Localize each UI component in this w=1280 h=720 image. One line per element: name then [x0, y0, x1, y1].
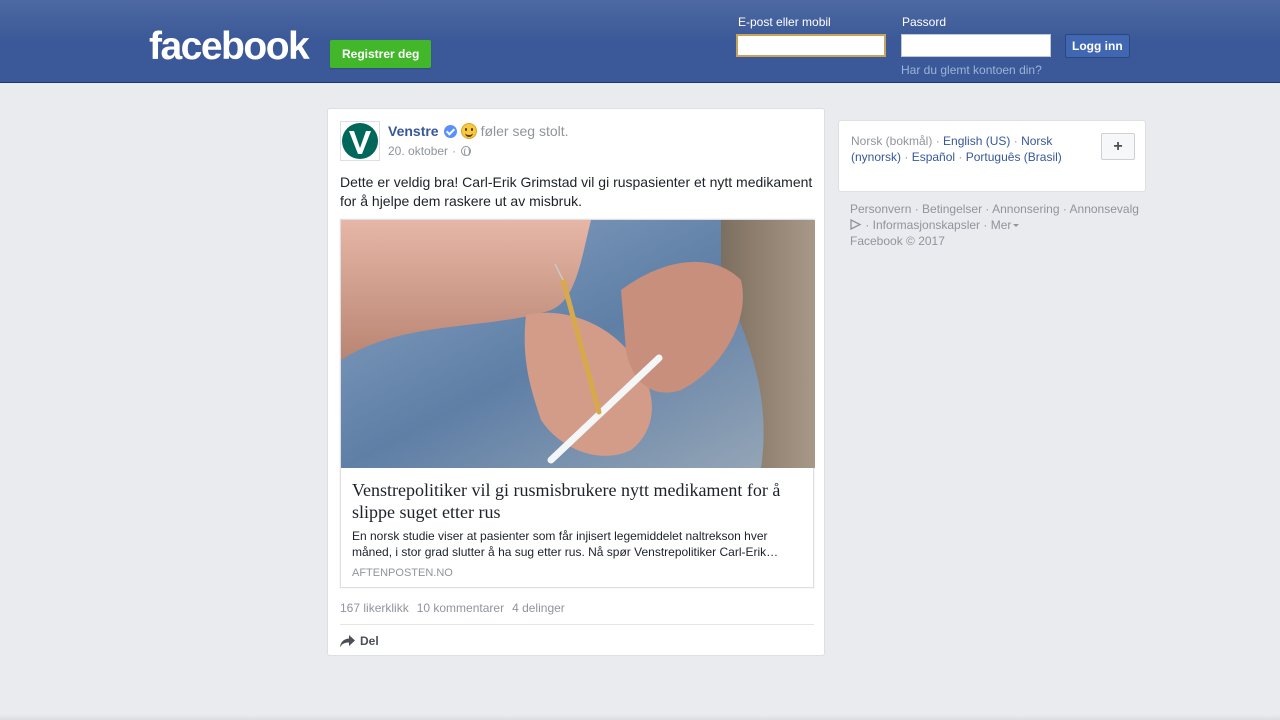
add-language-button[interactable]: + — [1101, 133, 1135, 160]
language-espanol[interactable]: Español — [912, 150, 955, 164]
language-english[interactable]: English (US) — [943, 134, 1010, 148]
share-arrow-icon — [340, 634, 355, 647]
adchoices-icon — [850, 219, 862, 230]
link-title[interactable]: Venstrepolitiker vil gi rusmisbrukere ny… — [352, 479, 802, 523]
meta-separator: · — [452, 144, 457, 158]
register-button[interactable]: Registrer deg — [330, 40, 432, 68]
more-dropdown-icon — [1013, 224, 1020, 227]
page-bottom-edge — [0, 714, 1280, 720]
plus-icon: + — [1113, 137, 1123, 155]
footer-link-terms[interactable]: Betingelser — [922, 202, 982, 216]
login-button[interactable]: Logg inn — [1065, 34, 1130, 58]
public-globe-icon[interactable] — [461, 146, 472, 157]
post-meta: 20. oktober · — [388, 144, 472, 158]
link-domain: AFTENPOSTEN.NO — [352, 567, 453, 579]
forgot-account-link[interactable]: Har du glemt kontoen din? — [901, 63, 1042, 77]
feeling-text: føler seg stolt. — [480, 123, 569, 139]
copyright: Facebook © 2017 — [850, 234, 945, 248]
share-button[interactable]: Del — [340, 631, 379, 651]
footer-link-privacy[interactable]: Personvern — [850, 202, 911, 216]
facebook-logo[interactable]: facebook — [149, 27, 310, 67]
password-field[interactable] — [901, 34, 1051, 57]
venstre-logo-icon — [342, 123, 378, 159]
verified-badge-icon — [443, 124, 457, 138]
language-list: Norsk (bokmål) · English (US) · Norsk (n… — [851, 134, 1062, 164]
author-name[interactable]: Venstre — [388, 123, 439, 139]
comments-count[interactable]: 10 kommentarer — [417, 601, 504, 615]
password-label: Passord — [902, 15, 947, 29]
link-description: En norsk studie viser at pasienter som f… — [352, 529, 779, 559]
footer-link-adchoices[interactable]: Annonsevalg — [1070, 202, 1139, 216]
post-text: Dette er veldig bra! Carl-Erik Grimstad … — [340, 174, 813, 209]
shares-count[interactable]: 4 delinger — [512, 601, 565, 615]
language-portugues[interactable]: Português (Brasil) — [966, 150, 1062, 164]
syringe-photo — [341, 220, 815, 468]
footer-link-more[interactable]: Mer — [991, 218, 1012, 232]
footer-link-advertising[interactable]: Annonsering — [992, 202, 1059, 216]
post-header: Venstre føler seg stolt. — [388, 123, 569, 139]
likes-count[interactable]: 167 likerklikk — [340, 601, 409, 615]
footer-link-cookies[interactable]: Informasjonskapsler — [873, 218, 980, 232]
language-current: Norsk (bokmål) — [851, 134, 933, 148]
share-label: Del — [360, 634, 379, 648]
post-stats: 167 likerklikk 10 kommentarer 4 delinger — [340, 601, 565, 615]
language-selector: Norsk (bokmål) · English (US) · Norsk (n… — [838, 120, 1146, 192]
page-avatar[interactable] — [340, 121, 380, 161]
link-image[interactable] — [341, 220, 815, 468]
post-date[interactable]: 20. oktober — [388, 144, 448, 158]
email-label: E-post eller mobil — [738, 15, 831, 29]
footer: Personvern · Betingelser · Annonsering ·… — [850, 202, 1139, 248]
top-bar: facebook Registrer deg E-post eller mobi… — [0, 0, 1280, 83]
email-field[interactable] — [736, 34, 886, 57]
divider — [340, 624, 814, 625]
post-card: Venstre føler seg stolt. 20. oktober · D… — [327, 108, 825, 656]
link-preview[interactable]: Venstrepolitiker vil gi rusmisbrukere ny… — [340, 219, 815, 588]
smiling-emoji-icon — [460, 123, 477, 139]
